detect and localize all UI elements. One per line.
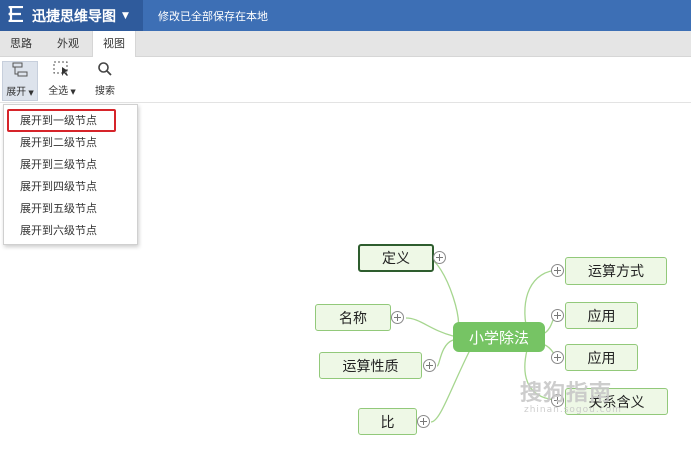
topic-node-properties[interactable]: 运算性质 xyxy=(319,352,422,379)
topic-node-application[interactable]: 应用 xyxy=(565,302,638,329)
highlight-box xyxy=(7,109,116,132)
topic-node-name[interactable]: 名称 xyxy=(315,304,391,331)
topic-node-method[interactable]: 运算方式 xyxy=(565,257,667,285)
menu-item-expand-level-3[interactable]: 展开到三级节点 xyxy=(4,154,137,176)
expand-plus-icon[interactable] xyxy=(551,264,564,277)
expand-plus-icon[interactable] xyxy=(423,359,436,372)
menu-item-expand-level-5[interactable]: 展开到五级节点 xyxy=(4,198,137,220)
topic-node-ratio[interactable]: 比 xyxy=(358,408,417,435)
menu-item-expand-level-4[interactable]: 展开到四级节点 xyxy=(4,176,137,198)
menu-item-expand-level-6[interactable]: 展开到六级节点 xyxy=(4,220,137,242)
central-topic-node[interactable]: 小学除法 xyxy=(453,322,545,352)
menu-item-expand-level-2[interactable]: 展开到二级节点 xyxy=(4,132,137,154)
expand-plus-icon[interactable] xyxy=(417,415,430,428)
expand-plus-icon[interactable] xyxy=(551,309,564,322)
expand-dropdown-menu: 展开到一级节点 展开到二级节点 展开到三级节点 展开到四级节点 展开到五级节点 … xyxy=(3,104,138,245)
watermark-text: 搜狗指南 xyxy=(520,381,613,406)
watermark: 搜狗指南 zhinan.sogou.com xyxy=(520,375,622,415)
topic-node-definition[interactable]: 定义 xyxy=(358,244,434,272)
topic-node-application-2[interactable]: 应用 xyxy=(565,344,638,371)
watermark-url: zhinan.sogou.com xyxy=(524,405,622,415)
expand-plus-icon[interactable] xyxy=(391,311,404,324)
expand-plus-icon[interactable] xyxy=(433,251,446,264)
expand-plus-icon[interactable] xyxy=(551,351,564,364)
